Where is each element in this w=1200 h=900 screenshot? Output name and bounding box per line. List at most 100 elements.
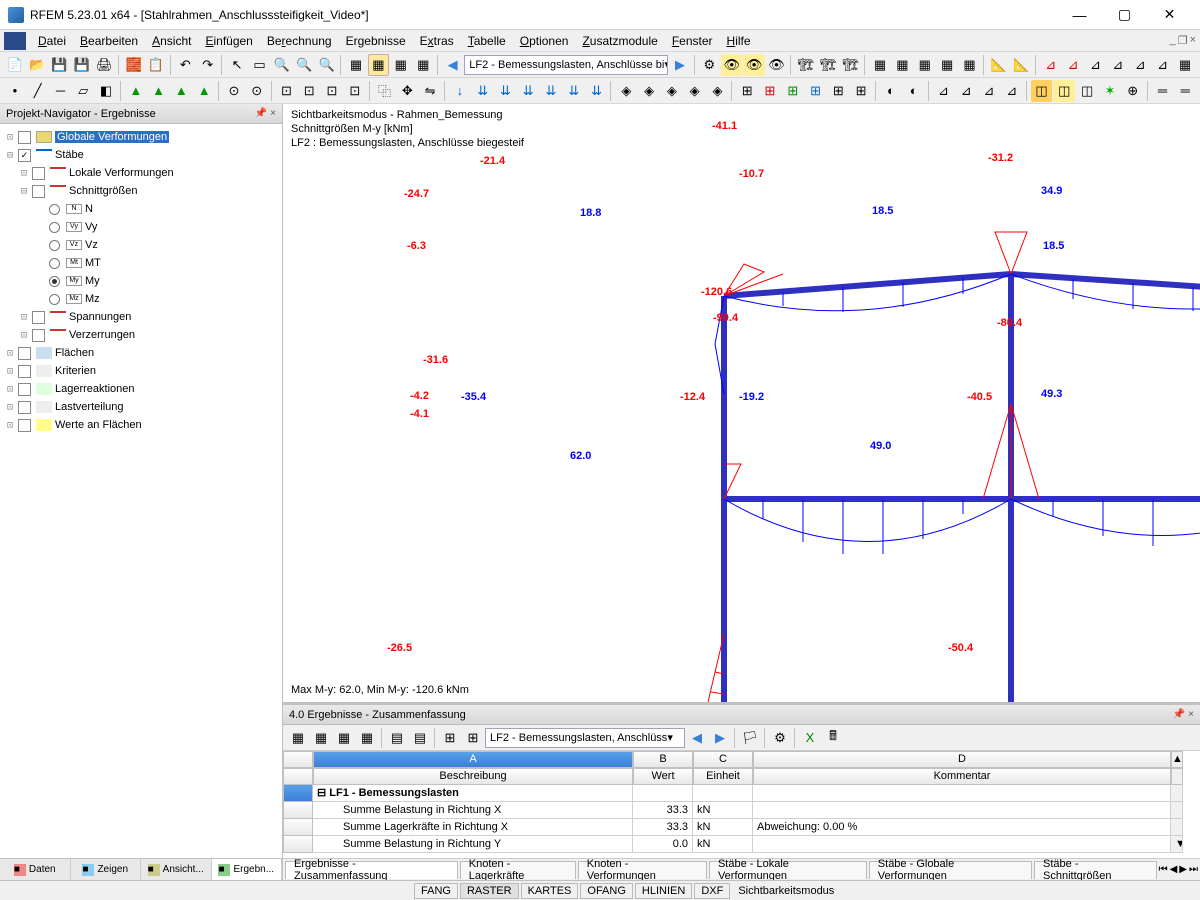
grid-row[interactable]: Summe Belastung in Richtung X 33.3 kN bbox=[283, 802, 1200, 819]
tree-mz[interactable]: MzMz bbox=[4, 290, 278, 308]
tree-mt[interactable]: MtMT bbox=[4, 254, 278, 272]
rt-excel-icon[interactable]: X bbox=[799, 727, 821, 749]
ld3-icon[interactable]: ⇊ bbox=[495, 80, 517, 102]
sup4-icon[interactable]: ▲ bbox=[193, 80, 215, 102]
member-icon[interactable]: ─ bbox=[50, 80, 72, 102]
r4-icon[interactable]: ⊞ bbox=[805, 80, 827, 102]
rt6-icon[interactable]: ▤ bbox=[409, 727, 431, 749]
rt5-icon[interactable]: ▤ bbox=[386, 727, 408, 749]
ld1-icon[interactable]: ↓ bbox=[449, 80, 471, 102]
rtab-staebe-schnitt[interactable]: Stäbe - Schnittgrößen bbox=[1034, 861, 1157, 879]
tree-staebe[interactable]: ⊟✓Stäbe bbox=[4, 146, 278, 164]
c4-icon[interactable]: ✶ bbox=[1099, 80, 1121, 102]
menu-datei[interactable]: Datei bbox=[32, 32, 72, 50]
nav-tab-daten[interactable]: ■Daten bbox=[0, 859, 71, 880]
nav-tab-ergebn[interactable]: ■Ergebn... bbox=[212, 859, 283, 880]
calc-icon[interactable]: ⚙ bbox=[699, 54, 720, 76]
tree-lastverteilung[interactable]: ⊡Lastverteilung bbox=[4, 398, 278, 416]
tree-kriterien[interactable]: ⊡Kriterien bbox=[4, 362, 278, 380]
menu-optionen[interactable]: Optionen bbox=[514, 32, 575, 50]
r6-icon[interactable]: ⊞ bbox=[850, 80, 872, 102]
t2-icon[interactable]: ⊿ bbox=[955, 80, 977, 102]
mdi-restore-icon[interactable]: ❐ bbox=[1178, 34, 1188, 47]
view2-icon[interactable]: ▦ bbox=[368, 54, 389, 76]
copy-icon[interactable]: ⿻ bbox=[374, 80, 396, 102]
tree-vz[interactable]: VzVz bbox=[4, 236, 278, 254]
t3-icon[interactable]: ⊿ bbox=[978, 80, 1000, 102]
mdi-close-icon[interactable]: × bbox=[1190, 34, 1196, 47]
rt1-icon[interactable]: ▦ bbox=[287, 727, 309, 749]
sup3-icon[interactable]: ▲ bbox=[170, 80, 192, 102]
view1-icon[interactable]: ▦ bbox=[345, 54, 366, 76]
tree-flaechen[interactable]: ⊡Flächen bbox=[4, 344, 278, 362]
s1-icon[interactable]: ◐ bbox=[880, 80, 902, 102]
nav-tab-zeigen[interactable]: ■Zeigen bbox=[71, 859, 142, 880]
tree-werte[interactable]: ⊡Werte an Flächen bbox=[4, 416, 278, 434]
r2-icon[interactable]: ⊞ bbox=[759, 80, 781, 102]
print-icon[interactable]: 🖨 bbox=[94, 54, 115, 76]
sup2-icon[interactable]: ▲ bbox=[148, 80, 170, 102]
loadcase-combo[interactable]: LF2 - Bemessungslasten, Anschlüsse bi ▾ bbox=[464, 55, 668, 75]
v2-icon[interactable]: ◈ bbox=[638, 80, 660, 102]
tree-my[interactable]: MyMy bbox=[4, 272, 278, 290]
view4-icon[interactable]: ▦ bbox=[413, 54, 434, 76]
ax3-icon[interactable]: ⊿ bbox=[1085, 54, 1106, 76]
m2-icon[interactable]: 📐 bbox=[1011, 54, 1032, 76]
status-raster[interactable]: RASTER bbox=[460, 883, 519, 899]
close-button[interactable]: ✕ bbox=[1147, 1, 1192, 29]
menu-ergebnisse[interactable]: Ergebnisse bbox=[340, 32, 412, 50]
ld6-icon[interactable]: ⇊ bbox=[563, 80, 585, 102]
rtab-staebe-global[interactable]: Stäbe - Globale Verformungen bbox=[869, 861, 1032, 879]
tree-n[interactable]: NN bbox=[4, 200, 278, 218]
rt-opt-icon[interactable]: ⚙ bbox=[769, 727, 791, 749]
g3-icon[interactable]: ▦ bbox=[914, 54, 935, 76]
t4-icon[interactable]: ⊿ bbox=[1001, 80, 1023, 102]
res3-icon[interactable]: 👁 bbox=[766, 54, 787, 76]
menu-tabelle[interactable]: Tabelle bbox=[462, 32, 512, 50]
line-icon[interactable]: ╱ bbox=[27, 80, 49, 102]
ld2-icon[interactable]: ⇊ bbox=[472, 80, 494, 102]
v5-icon[interactable]: ◈ bbox=[707, 80, 729, 102]
ax7-icon[interactable]: ▦ bbox=[1174, 54, 1195, 76]
d2-icon[interactable]: 🏗 bbox=[818, 54, 839, 76]
sheet-icon[interactable]: 📋 bbox=[145, 54, 166, 76]
r1-icon[interactable]: ⊞ bbox=[736, 80, 758, 102]
rt7-icon[interactable]: ⊞ bbox=[439, 727, 461, 749]
status-dxf[interactable]: DXF bbox=[694, 883, 730, 899]
s2-icon[interactable]: ◐ bbox=[903, 80, 925, 102]
ld4-icon[interactable]: ⇊ bbox=[517, 80, 539, 102]
tab-last-icon[interactable]: ⏭ bbox=[1189, 864, 1198, 875]
status-sichtbarkeit[interactable]: Sichtbarkeitsmodus bbox=[732, 883, 840, 899]
ld7-icon[interactable]: ⇊ bbox=[586, 80, 608, 102]
rt-next-icon[interactable]: ▶ bbox=[709, 727, 731, 749]
menu-ansicht[interactable]: Ansicht bbox=[146, 32, 197, 50]
minimize-button[interactable]: — bbox=[1057, 1, 1102, 29]
next-lc-icon[interactable]: ▶ bbox=[669, 54, 690, 76]
h1-icon[interactable]: ═ bbox=[1152, 80, 1174, 102]
grid-row[interactable]: Summe Lagerkräfte in Richtung X 33.3 kN … bbox=[283, 819, 1200, 836]
h2-icon[interactable]: ═ bbox=[1174, 80, 1196, 102]
res2-icon[interactable]: 👁 bbox=[743, 54, 764, 76]
tab-prev-icon[interactable]: ◀ bbox=[1170, 864, 1178, 875]
status-hlinien[interactable]: HLINIEN bbox=[635, 883, 692, 899]
nav-tab-ansicht[interactable]: ■Ansicht... bbox=[141, 859, 212, 880]
navigator-tree[interactable]: ⊡Globale Verformungen ⊟✓Stäbe ⊡Lokale Ve… bbox=[0, 124, 282, 858]
c5-icon[interactable]: ⊕ bbox=[1122, 80, 1144, 102]
c1-icon[interactable]: ◫ bbox=[1031, 80, 1053, 102]
r3-icon[interactable]: ⊞ bbox=[782, 80, 804, 102]
rt-prev-icon[interactable]: ◀ bbox=[686, 727, 708, 749]
rtab-staebe-lokal[interactable]: Stäbe - Lokale Verformungen bbox=[709, 861, 867, 879]
hinge2-icon[interactable]: ⊙ bbox=[246, 80, 268, 102]
menu-fenster[interactable]: Fenster bbox=[666, 32, 719, 50]
rel1-icon[interactable]: ⊡ bbox=[276, 80, 298, 102]
tree-lagerreaktionen[interactable]: ⊡Lagerreaktionen bbox=[4, 380, 278, 398]
zoomfit-icon[interactable]: 🔍 bbox=[294, 54, 315, 76]
results-pin-icon[interactable]: 📌 × bbox=[1173, 709, 1194, 720]
ax6-icon[interactable]: ⊿ bbox=[1152, 54, 1173, 76]
tree-globale-verformungen[interactable]: ⊡Globale Verformungen bbox=[4, 128, 278, 146]
surf-icon[interactable]: ▱ bbox=[72, 80, 94, 102]
undo-icon[interactable]: ↶ bbox=[175, 54, 196, 76]
tree-vy[interactable]: VyVy bbox=[4, 218, 278, 236]
view3-icon[interactable]: ▦ bbox=[390, 54, 411, 76]
rel2-icon[interactable]: ⊡ bbox=[298, 80, 320, 102]
